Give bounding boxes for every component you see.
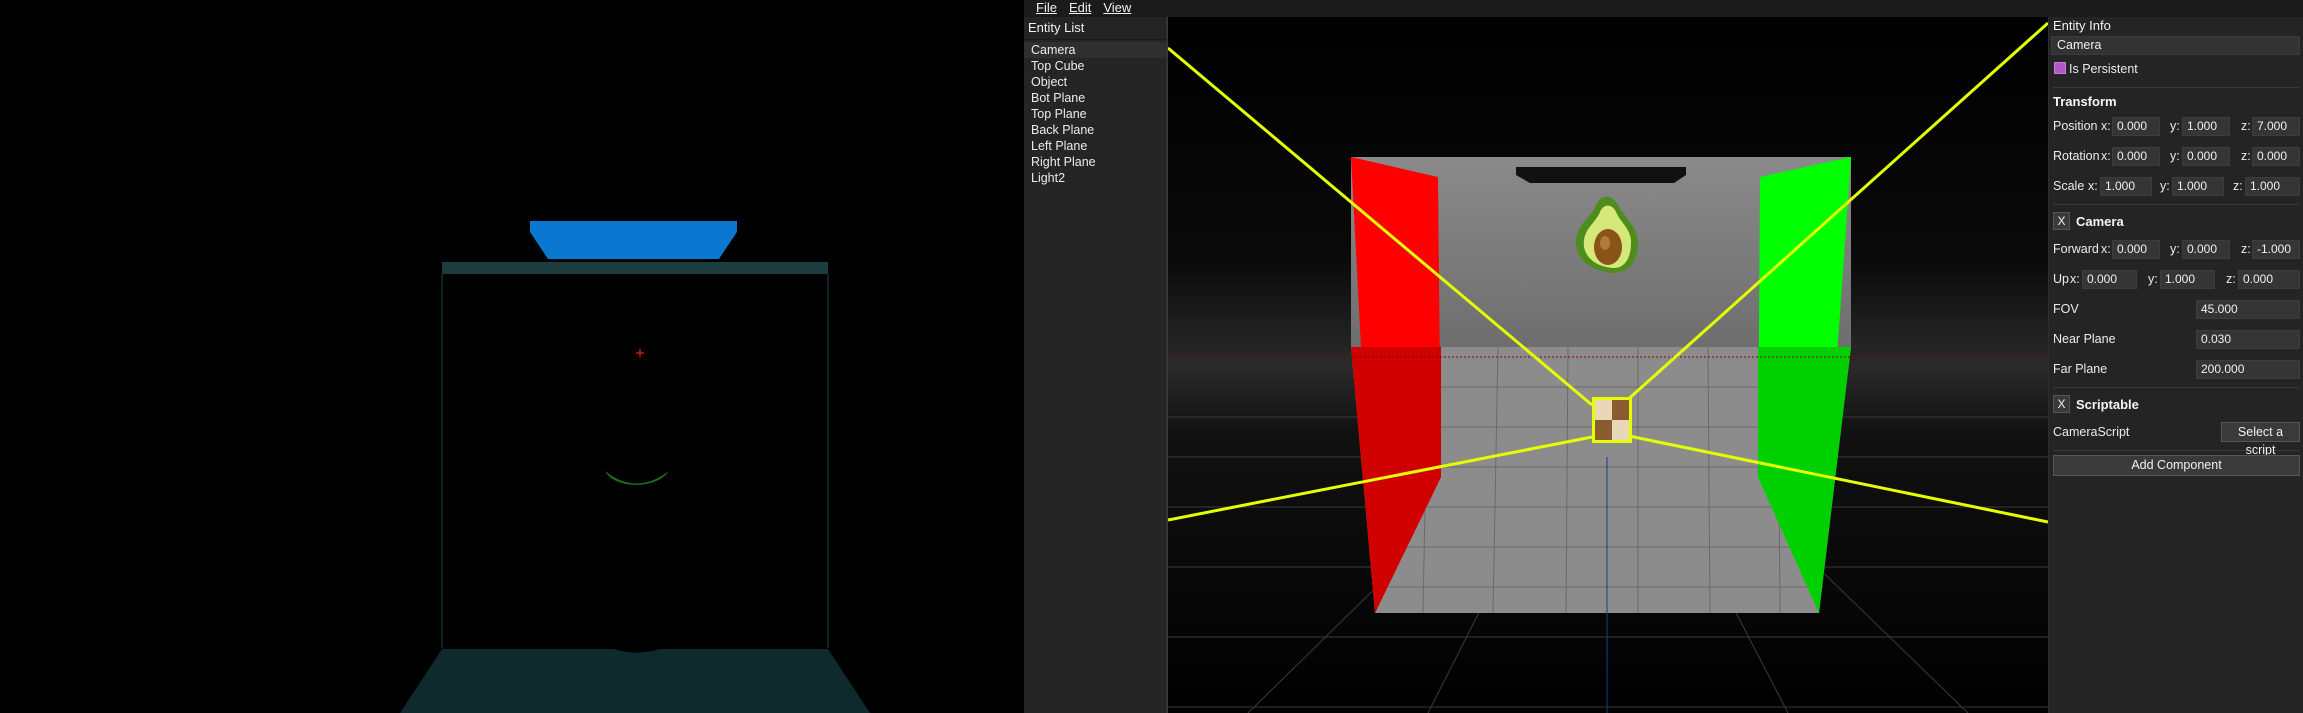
rotation-x-axis-label: x: <box>2101 149 2111 163</box>
entity-item-left-plane[interactable]: Left Plane <box>1024 138 1166 154</box>
rotation-label: Rotation <box>2053 149 2100 163</box>
far-plane-label: Far Plane <box>2053 362 2108 376</box>
menu-bar: File Edit View <box>1024 0 2303 17</box>
script-row: CameraScript Select a script <box>2049 422 2303 457</box>
forward-x-axis-label: x: <box>2101 242 2111 256</box>
up-x-axis-label: x: <box>2070 272 2080 286</box>
game-scene-render <box>400 221 870 713</box>
forward-x-field[interactable]: 0.000 <box>2112 240 2160 259</box>
position-row: Position x: 0.000 y: 1.000 z: 7.000 <box>2049 116 2303 138</box>
top-cube-shape <box>1516 167 1686 183</box>
far-plane-field[interactable]: 200.000 <box>2196 360 2300 379</box>
far-plane-row: Far Plane 200.000 <box>2049 359 2303 381</box>
select-script-button[interactable]: Select a script <box>2221 422 2300 457</box>
scale-z-field[interactable]: 1.000 <box>2245 177 2300 196</box>
entity-list: Camera Top Cube Object Bot Plane Top Pla… <box>1024 40 1166 186</box>
game-viewport[interactable] <box>0 0 1024 713</box>
entity-item-bot-plane[interactable]: Bot Plane <box>1024 90 1166 106</box>
fov-field[interactable]: 45.000 <box>2196 300 2300 319</box>
entity-item-back-plane[interactable]: Back Plane <box>1024 122 1166 138</box>
entity-info-panel: Entity Info Camera Is Persistent Transfo… <box>2048 17 2303 713</box>
scale-label: Scale <box>2053 179 2085 193</box>
position-y-axis-label: y: <box>2170 119 2180 133</box>
floor-shape <box>400 649 870 713</box>
transform-title: Transform <box>2053 94 2117 109</box>
entity-item-light2[interactable]: Light2 <box>1024 170 1166 186</box>
add-component-button[interactable]: Add Component <box>2053 455 2300 476</box>
camera-component-header: X Camera <box>2049 209 2303 235</box>
scene-viewport[interactable] <box>1167 17 2071 713</box>
entity-item-right-plane[interactable]: Right Plane <box>1024 154 1166 170</box>
divider <box>2053 204 2299 205</box>
rotation-row: Rotation x: 0.000 y: 0.000 z: 0.000 <box>2049 146 2303 168</box>
up-row: Up x: 0.000 y: 1.000 z: 0.000 <box>2049 269 2303 291</box>
position-y-field[interactable]: 1.000 <box>2182 117 2230 136</box>
near-plane-row: Near Plane 0.030 <box>2049 329 2303 351</box>
remove-camera-component-button[interactable]: X <box>2053 212 2070 230</box>
forward-row: Forward x: 0.000 y: 0.000 z: -1.000 <box>2049 239 2303 261</box>
scale-row: Scale x: 1.000 y: 1.000 z: 1.000 <box>2049 176 2303 198</box>
entity-info-title: Entity Info <box>2053 18 2111 33</box>
divider <box>2053 387 2299 388</box>
up-x-field[interactable]: 0.000 <box>2082 270 2137 289</box>
position-x-field[interactable]: 0.000 <box>2112 117 2160 136</box>
top-cube-shape <box>530 221 737 259</box>
remove-scriptable-component-button[interactable]: X <box>2053 395 2070 413</box>
rotation-z-axis-label: z: <box>2241 149 2251 163</box>
menu-edit[interactable]: Edit <box>1063 0 1097 17</box>
script-name-label: CameraScript <box>2053 425 2130 439</box>
scale-x-axis-label: x: <box>2088 179 2098 193</box>
near-plane-label: Near Plane <box>2053 332 2116 346</box>
position-z-field[interactable]: 7.000 <box>2252 117 2300 136</box>
rotation-x-field[interactable]: 0.000 <box>2112 147 2160 166</box>
entity-name-input[interactable]: Camera <box>2051 36 2300 55</box>
position-label: Position <box>2053 119 2098 133</box>
entity-item-top-cube[interactable]: Top Cube <box>1024 58 1166 74</box>
menu-view[interactable]: View <box>1097 0 1137 17</box>
fov-label: FOV <box>2053 302 2079 316</box>
scriptable-component-header: X Scriptable <box>2049 392 2303 418</box>
scale-z-axis-label: z: <box>2233 179 2243 193</box>
scene-render <box>1168 17 2048 713</box>
rotation-y-field[interactable]: 0.000 <box>2182 147 2230 166</box>
entity-item-camera[interactable]: Camera <box>1024 42 1166 58</box>
entity-item-top-plane[interactable]: Top Plane <box>1024 106 1166 122</box>
is-persistent-label: Is Persistent <box>2069 62 2138 76</box>
scale-y-axis-label: y: <box>2160 179 2170 193</box>
forward-z-field[interactable]: -1.000 <box>2252 240 2300 259</box>
editor-window: File Edit View Entity List Camera Top Cu… <box>1024 0 2303 713</box>
camera-component-title: Camera <box>2076 214 2124 229</box>
up-z-field[interactable]: 0.000 <box>2238 270 2300 289</box>
entity-item-object[interactable]: Object <box>1024 74 1166 90</box>
scriptable-component-title: Scriptable <box>2076 397 2139 412</box>
forward-y-field[interactable]: 0.000 <box>2182 240 2230 259</box>
avocado-shape <box>605 471 669 485</box>
entity-list-panel: Entity List Camera Top Cube Object Bot P… <box>1024 17 1167 713</box>
near-plane-field[interactable]: 0.030 <box>2196 330 2300 349</box>
top-plane-shape <box>442 262 828 274</box>
is-persistent-checkbox[interactable] <box>2054 62 2066 74</box>
crosshair-icon <box>636 349 644 357</box>
camera-gizmo-icon <box>1592 397 1632 443</box>
up-label: Up <box>2053 272 2069 286</box>
is-persistent-row: Is Persistent <box>2049 59 2303 81</box>
divider <box>2053 87 2299 88</box>
forward-z-axis-label: z: <box>2241 242 2251 256</box>
entity-list-title: Entity List <box>1024 17 1166 40</box>
fov-row: FOV 45.000 <box>2049 299 2303 321</box>
add-component-row: Add Component <box>2049 455 2303 477</box>
up-y-field[interactable]: 1.000 <box>2160 270 2215 289</box>
forward-y-axis-label: y: <box>2170 242 2180 256</box>
up-z-axis-label: z: <box>2226 272 2236 286</box>
forward-label: Forward <box>2053 242 2099 256</box>
rotation-y-axis-label: y: <box>2170 149 2180 163</box>
rotation-z-field[interactable]: 0.000 <box>2252 147 2300 166</box>
scale-y-field[interactable]: 1.000 <box>2172 177 2224 196</box>
position-z-axis-label: z: <box>2241 119 2251 133</box>
menu-file[interactable]: File <box>1024 0 1063 17</box>
position-x-axis-label: x: <box>2101 119 2111 133</box>
scale-x-field[interactable]: 1.000 <box>2100 177 2152 196</box>
up-y-axis-label: y: <box>2148 272 2158 286</box>
